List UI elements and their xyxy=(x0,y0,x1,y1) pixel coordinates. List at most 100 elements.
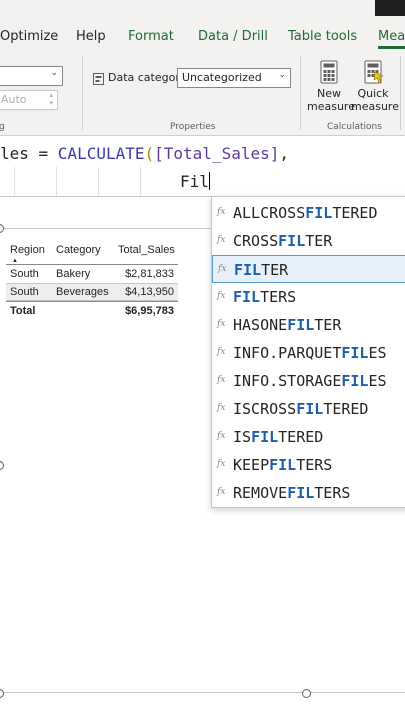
suggestion-match: FIL xyxy=(341,344,369,362)
quick-measure-label-1: Quick xyxy=(357,87,389,100)
calculations-group-label: Calculations xyxy=(327,122,382,132)
table-row[interactable]: South Beverages $4,13,950 xyxy=(6,283,178,301)
suggestion-label: ISCROSSFILTERED xyxy=(233,400,368,418)
calculator-icon xyxy=(320,60,338,84)
new-measure-button[interactable]: New measure xyxy=(307,60,355,113)
stepper-up-icon[interactable]: ▴ xyxy=(49,91,53,99)
new-measure-label-2: measure xyxy=(307,100,355,113)
format-dropdown[interactable]: ⌄ xyxy=(0,66,63,86)
suggestion-item[interactable]: fx FILTERS xyxy=(212,283,405,311)
suggestion-label: FILTER xyxy=(234,261,288,279)
cell-total-sales: $4,13,950 xyxy=(125,286,174,298)
tab-optimize[interactable]: Optimize xyxy=(0,29,58,44)
data-category-icon xyxy=(93,70,104,85)
suggestion-suffix: ES xyxy=(368,372,387,390)
suggestion-match: FIL xyxy=(305,204,333,222)
suggestion-match: FIL xyxy=(287,484,315,502)
formula-function-calculate: CALCULATE xyxy=(57,144,145,163)
formula-open-paren: ( xyxy=(144,144,155,163)
suggestion-suffix: TERED xyxy=(332,204,378,222)
table-visual[interactable]: Region ▲ Category Total_Sales South Bake… xyxy=(6,241,178,321)
suggestion-suffix: TER xyxy=(261,261,289,279)
suggestion-item[interactable]: fx INFO.PARQUETFILES xyxy=(212,339,405,367)
quick-measure-button[interactable]: Quick measure xyxy=(351,60,399,113)
properties-group-label: Properties xyxy=(170,122,216,132)
suggestion-label: FILTERS xyxy=(233,288,296,306)
suggestion-item[interactable]: fx ALLCROSSFILTERED xyxy=(212,199,405,227)
table-total-row: Total $6,95,783 xyxy=(6,301,178,321)
window-controls[interactable] xyxy=(375,0,405,16)
formula-measure-reference: [Total_Sales] xyxy=(154,144,280,163)
column-header-total-sales[interactable]: Total_Sales xyxy=(118,244,175,256)
resize-handle[interactable] xyxy=(302,689,311,698)
column-header-region[interactable]: Region xyxy=(10,244,45,256)
suggestion-match: FIL xyxy=(278,232,306,250)
suggestion-match: FIL xyxy=(269,456,297,474)
suggestion-label: ALLCROSSFILTERED xyxy=(233,204,378,222)
indent-guide xyxy=(14,167,15,195)
cell-category: Beverages xyxy=(56,286,109,298)
tab-measure-tools[interactable]: Meas xyxy=(378,29,405,44)
suggestion-label: INFO.STORAGEFILES xyxy=(233,372,387,390)
suggestion-item[interactable]: fx REMOVEFILTERS xyxy=(212,479,405,507)
table-header: Region ▲ Category Total_Sales xyxy=(6,241,178,265)
suggestion-label: ISFILTERED xyxy=(233,428,323,446)
suggestion-prefix: CROSS xyxy=(233,232,279,250)
formula-typed-text: Fil xyxy=(180,172,209,191)
stepper-down-icon[interactable]: ▾ xyxy=(49,99,53,107)
suggestion-suffix: TERS xyxy=(296,456,333,474)
tab-table-tools[interactable]: Table tools xyxy=(288,29,357,44)
chevron-down-icon: ⌄ xyxy=(50,68,58,78)
suggestion-prefix: INFO.STORAGE xyxy=(233,372,342,390)
formula-line-1: les = CALCULATE([Total_Sales], xyxy=(0,144,289,163)
suggestion-suffix: TER xyxy=(314,316,342,334)
data-category-dropdown[interactable]: Uncategorized ⌄ xyxy=(177,68,291,88)
suggestion-match: FIL xyxy=(234,261,262,279)
suggestion-suffix: TER xyxy=(305,232,333,250)
cell-region: South xyxy=(10,286,39,298)
suggestion-suffix: TERED xyxy=(278,428,324,446)
group-divider xyxy=(300,56,301,130)
suggestion-item[interactable]: fx ISFILTERED xyxy=(212,423,405,451)
tab-data-drill[interactable]: Data / Drill xyxy=(198,29,268,44)
resize-handle[interactable] xyxy=(0,689,4,698)
suggestion-item[interactable]: fx HASONEFILTER xyxy=(212,311,405,339)
table-row[interactable]: South Bakery $2,81,833 xyxy=(6,265,178,283)
function-icon: fx xyxy=(217,487,226,497)
formula-line-2: Fil xyxy=(180,172,210,191)
data-category-value: Uncategorized xyxy=(182,71,262,84)
new-measure-label-1: New xyxy=(317,87,341,100)
function-icon: fx xyxy=(217,291,226,301)
suggestion-label: KEEPFILTERS xyxy=(233,456,332,474)
tab-help[interactable]: Help xyxy=(76,29,106,44)
suggestion-match: FIL xyxy=(287,316,315,334)
suggestion-match: FIL xyxy=(296,400,324,418)
cell-region: South xyxy=(10,268,39,280)
suggestion-item[interactable]: fx FILTER xyxy=(212,255,405,283)
autocomplete-suggestions: fx ALLCROSSFILTERED fx CROSSFILTER fx FILTER f… xyxy=(211,196,405,508)
title-bar xyxy=(0,0,405,22)
suggestion-item[interactable]: fx ISCROSSFILTERED xyxy=(212,395,405,423)
text-cursor xyxy=(208,172,210,190)
suggestion-suffix: TERS xyxy=(260,288,297,306)
suggestion-item[interactable]: fx INFO.STORAGEFILES xyxy=(212,367,405,395)
suggestion-match: FIL xyxy=(233,288,261,306)
suggestion-label: INFO.PARQUETFILES xyxy=(233,344,387,362)
suggestion-label: REMOVEFILTERS xyxy=(233,484,350,502)
chevron-down-icon: ⌄ xyxy=(278,70,286,80)
suggestion-item[interactable]: fx CROSSFILTER xyxy=(212,227,405,255)
tab-format[interactable]: Format xyxy=(128,29,174,44)
suggestion-item[interactable]: fx KEEPFILTERS xyxy=(212,451,405,479)
function-icon: fx xyxy=(217,207,226,217)
suggestion-prefix: REMOVE xyxy=(233,484,288,502)
formula-comma: , xyxy=(279,144,290,163)
ribbon: ⌄ Auto ▴ ▾ g Data category Uncategorized… xyxy=(0,50,405,136)
column-header-category[interactable]: Category xyxy=(56,244,101,256)
suggestion-prefix: KEEP xyxy=(233,456,270,474)
total-value: $6,95,783 xyxy=(125,305,174,317)
decimal-places-input[interactable]: Auto ▴ ▾ xyxy=(0,90,58,110)
dax-formula-editor[interactable]: les = CALCULATE([Total_Sales], Fil xyxy=(0,137,405,197)
quick-measure-label-2: measure xyxy=(351,100,399,113)
suggestion-suffix: ES xyxy=(368,344,387,362)
ribbon-tabs: Optimize Help Format Data / Drill Table … xyxy=(0,22,405,50)
